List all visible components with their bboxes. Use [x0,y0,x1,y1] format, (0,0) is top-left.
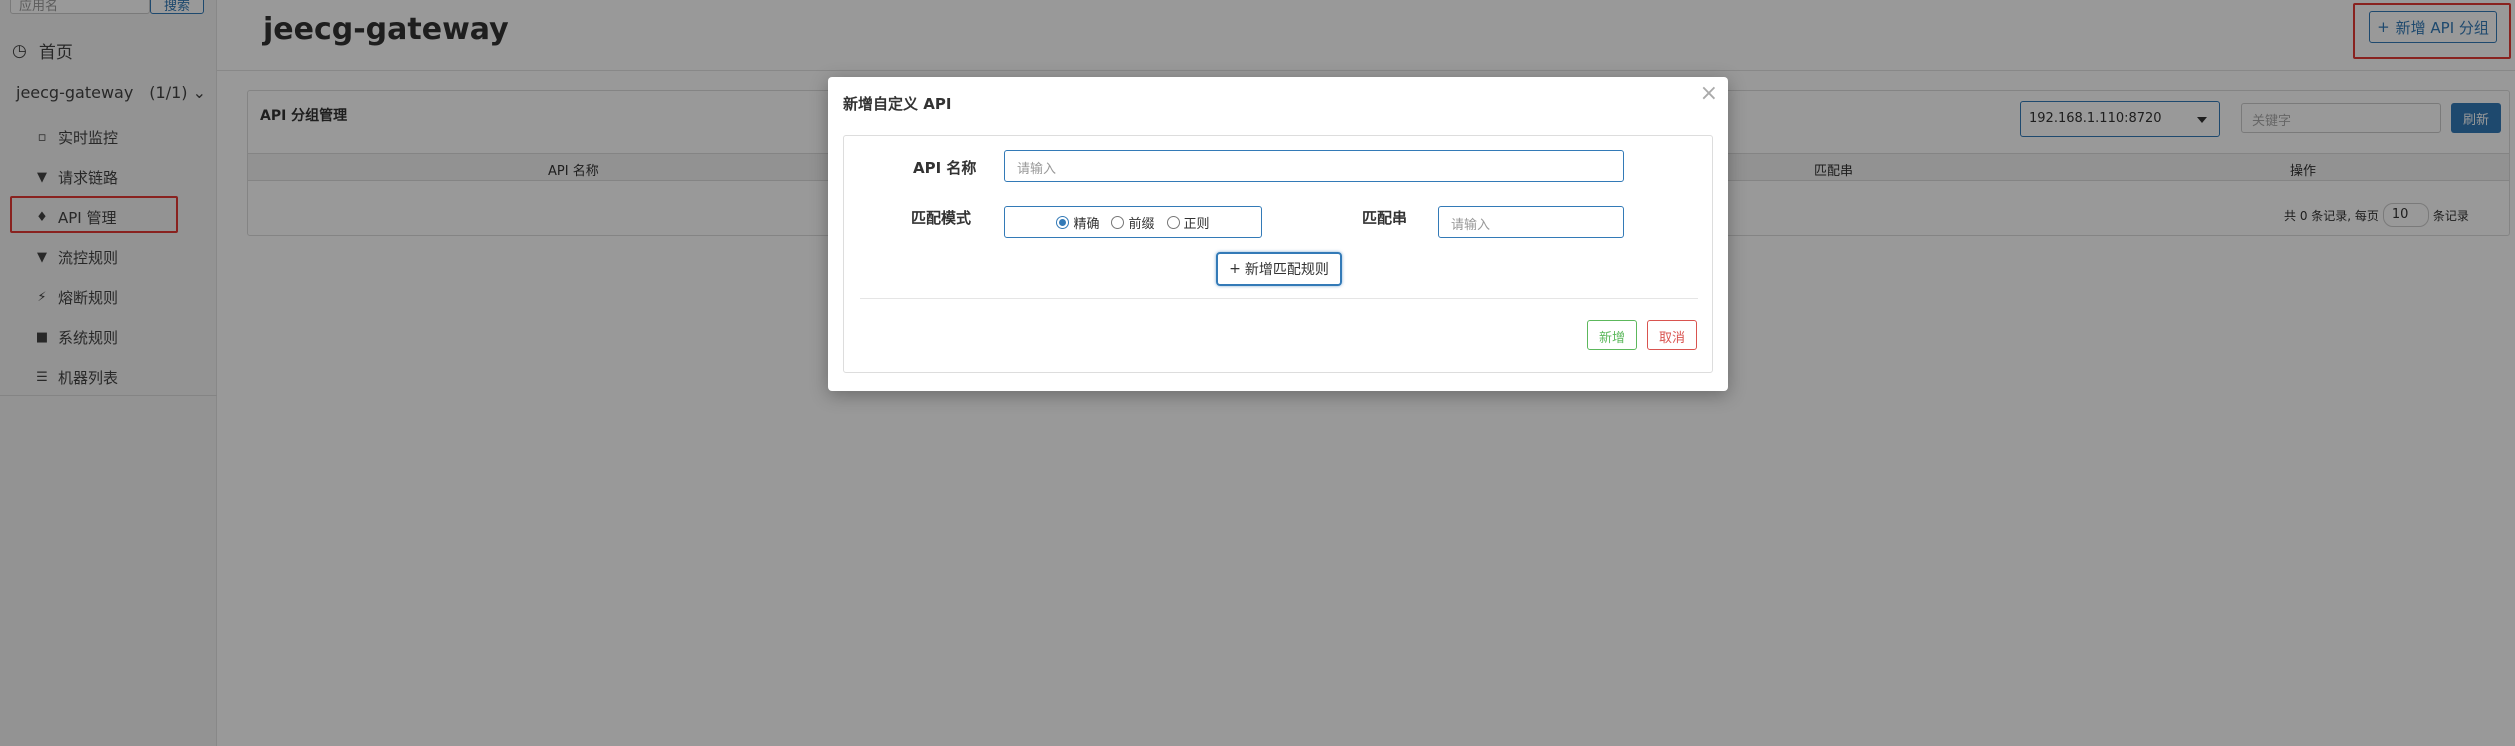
mode-prefix-radio[interactable]: 前缀 [1111,213,1155,232]
close-icon[interactable]: × [1700,81,1718,106]
radio-unchecked-icon [1111,215,1125,229]
match-mode-group: 精确 前缀 正则 [1004,206,1262,238]
add-match-rule-button[interactable]: + 新增匹配规则 [1216,252,1342,286]
confirm-add-button[interactable]: 新增 [1587,320,1637,350]
form-divider [860,298,1698,299]
match-string-label: 匹配串 [1362,209,1408,227]
api-name-label: API 名称 [913,159,977,177]
match-mode-label: 匹配模式 [911,209,972,227]
modal-backdrop-lower[interactable] [0,556,2515,746]
match-string-input[interactable]: 请输入 [1438,206,1624,238]
cancel-button[interactable]: 取消 [1647,320,1697,350]
mode-exact-radio[interactable]: 精确 [1056,213,1099,232]
mode-regex-radio[interactable]: 正则 [1166,213,1210,232]
dialog-title: 新增自定义 API [843,95,952,113]
plus-icon: + [1229,261,1241,277]
radio-unchecked-icon [1166,215,1180,229]
dialog-form: API 名称 请输入 匹配模式 精确 前缀 正则 匹配串 请输入 + 新增匹配规… [843,135,1713,373]
radio-checked-icon [1056,215,1070,229]
api-name-input[interactable]: 请输入 [1004,150,1624,182]
add-api-dialog: 新增自定义 API × API 名称 请输入 匹配模式 精确 前缀 正则 匹配串… [828,77,1728,391]
